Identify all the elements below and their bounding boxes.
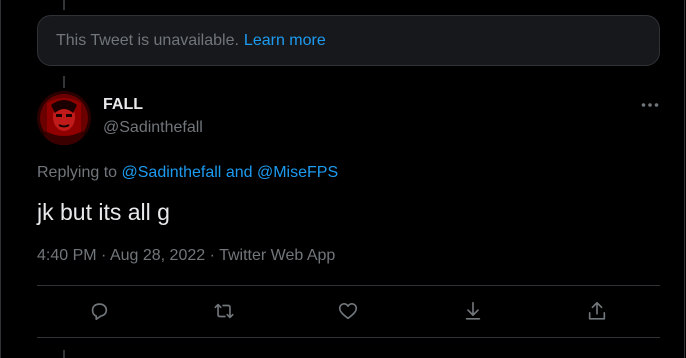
avatar-image — [37, 91, 91, 145]
avatar[interactable] — [37, 91, 91, 145]
unavailable-tweet-notice: This Tweet is unavailable. Learn more — [37, 15, 660, 66]
share-icon — [588, 301, 606, 320]
replying-user-1[interactable]: @Sadinthefall — [122, 164, 222, 181]
like-button[interactable] — [335, 298, 361, 324]
bookmark-download-icon — [465, 301, 481, 320]
thread-line-top — [63, 0, 65, 10]
author-name[interactable]: FALL — [103, 96, 143, 114]
replying-prefix: Replying to — [37, 164, 118, 181]
author-handle[interactable]: @Sadinthefall — [103, 119, 203, 137]
retweet-button[interactable] — [211, 298, 237, 324]
bookmark-button[interactable] — [460, 298, 486, 324]
tweet-source[interactable]: Twitter Web App — [219, 247, 335, 264]
heart-icon — [338, 303, 358, 320]
tweet-text: jk but its all g — [37, 199, 170, 225]
learn-more-link[interactable]: Learn more — [244, 32, 326, 50]
replying-and: and — [225, 164, 253, 181]
meta-separator-2: · — [209, 247, 215, 264]
reply-button[interactable] — [86, 298, 112, 324]
timeline-right-border — [684, 0, 685, 358]
reply-icon — [91, 303, 108, 321]
tweet-date[interactable]: Aug 28, 2022 — [110, 247, 205, 264]
more-horizontal-icon — [641, 103, 659, 107]
replying-to: Replying to @Sadinthefall and @MiseFPS — [37, 164, 338, 182]
share-button[interactable] — [584, 298, 610, 324]
thread-line-bottom — [63, 350, 65, 358]
tweet-time[interactable]: 4:40 PM — [37, 247, 97, 264]
retweet-icon — [214, 303, 234, 319]
divider-bottom — [37, 337, 660, 338]
meta-separator-1: · — [101, 247, 107, 264]
thread-line-connector — [63, 76, 65, 88]
replying-user-2[interactable]: @MiseFPS — [257, 164, 338, 181]
unavailable-message: This Tweet is unavailable. — [56, 31, 239, 49]
divider-top — [37, 285, 660, 286]
tweet-metadata: 4:40 PM · Aug 28, 2022 · Twitter Web App — [37, 247, 335, 265]
more-options-button[interactable] — [638, 95, 662, 115]
timeline-left-border — [0, 0, 1, 358]
